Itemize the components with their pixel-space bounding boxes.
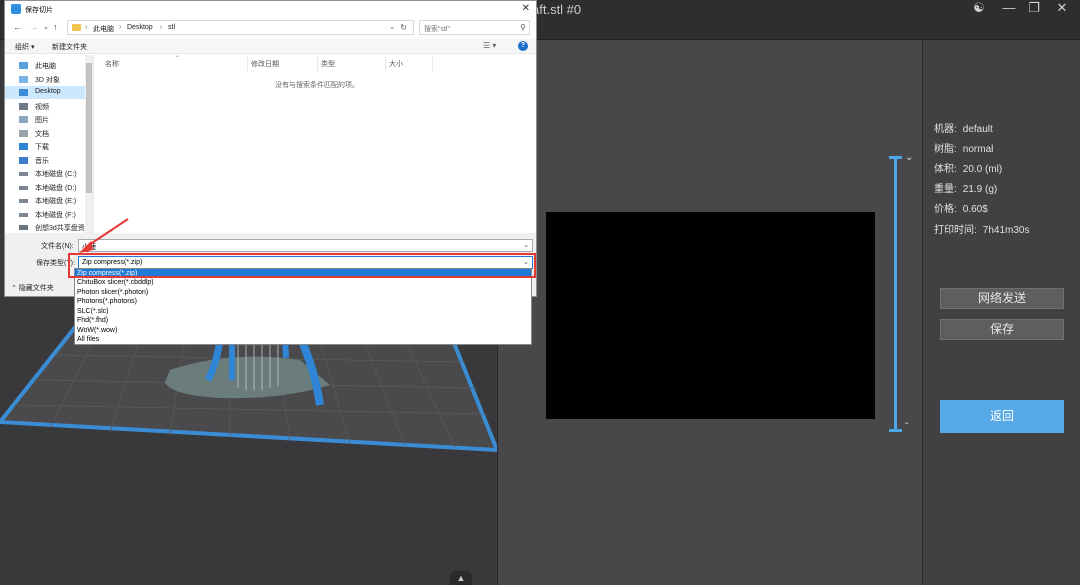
option-cbddlp[interactable]: ChituBox slicer(*.cbddlp) — [75, 278, 531, 287]
back-arrow-icon[interactable]: ← — [13, 22, 22, 32]
minimize-icon[interactable]: — — [995, 0, 1023, 16]
volume-row: 体积: 20.0 (ml) — [934, 164, 1003, 175]
navigation-pane: 此电脑 3D 对象 Desktop 视频 图片 文档 下载 音乐 本地磁盘 (C… — [5, 55, 94, 233]
nav-item-3d-objects[interactable]: 3D 对象 — [5, 73, 85, 86]
option-photons[interactable]: Photons(*.photons) — [75, 297, 531, 306]
chevron-down-icon[interactable]: ⌄ — [389, 23, 395, 31]
close-icon[interactable]: ✕ — [522, 3, 530, 14]
layer-slider[interactable]: ⌄ ˆ — [889, 152, 914, 433]
nav-item-drive-e[interactable]: 本地磁盘 (E:) — [5, 194, 85, 207]
option-fhd[interactable]: Fhd(*.fhd) — [75, 316, 531, 325]
window-title: aft.stl #0 — [532, 2, 582, 17]
option-photon[interactable]: Photon slicer(*.photon) — [75, 288, 531, 297]
dialog-titlebar: 保存切片 ✕ — [5, 1, 536, 18]
breadcrumb-desktop[interactable]: Desktop — [127, 24, 153, 31]
nav-scrollbar[interactable] — [85, 55, 93, 233]
empty-message: 没有与搜索条件匹配的项。 — [275, 82, 359, 89]
chevron-down-icon[interactable]: ⌄ — [905, 152, 913, 163]
nav-item-music[interactable]: 音乐 — [5, 154, 85, 167]
slice-preview-area: ⌄ ˆ — [497, 40, 922, 585]
slider-bottom-handle[interactable] — [889, 429, 902, 432]
nav-item-drive-d[interactable]: 本地磁盘 (D:) — [5, 181, 85, 194]
cube-icon — [19, 76, 28, 83]
slider-track[interactable] — [894, 158, 897, 430]
chevron-down-icon[interactable]: ⌄ — [43, 23, 49, 31]
drive-icon — [19, 213, 28, 217]
drive-icon — [19, 172, 28, 176]
search-icon[interactable]: ⚲ — [520, 23, 526, 32]
address-row: ← → ⌄ ↑ › 此电脑 › Desktop › stl ⌄ ↻ 搜索"stl… — [5, 18, 536, 38]
close-icon[interactable]: ✕ — [1048, 0, 1076, 16]
folder-icon — [72, 24, 81, 31]
up-arrow-icon[interactable]: ↑ — [53, 22, 58, 32]
drive-icon — [19, 199, 28, 203]
weight-row: 重量: 21.9 (g) — [934, 184, 998, 195]
price-row: 价格: 0.60$ — [934, 204, 988, 215]
filename-label: 文件名(N): — [41, 243, 74, 250]
filetype-dropdown: Zip compress(*.zip) ChituBox slicer(*.cb… — [74, 268, 532, 345]
organize-menu[interactable]: 组织 ▾ — [15, 42, 34, 52]
filename-value: 小鹿 — [82, 244, 96, 251]
desktop-icon — [19, 89, 28, 96]
filename-field[interactable]: 小鹿 ⌄ — [78, 239, 533, 252]
user-icon[interactable]: ☯ — [965, 0, 993, 16]
network-send-button[interactable]: 网络发送 — [940, 288, 1064, 309]
option-all-files[interactable]: All files — [75, 335, 531, 344]
column-size[interactable]: 大小 — [389, 59, 403, 69]
nav-item-drive-f[interactable]: 本地磁盘 (F:) — [5, 208, 85, 221]
address-bar[interactable]: › 此电脑 › Desktop › stl ⌄ ↻ — [67, 20, 414, 35]
dialog-title: 保存切片 — [25, 7, 53, 14]
column-modified-date[interactable]: 修改日期 — [251, 59, 279, 69]
new-folder-button[interactable]: 新建文件夹 — [52, 42, 87, 52]
music-icon — [19, 157, 28, 164]
view-options-icon[interactable]: ☰ ▾ — [483, 41, 496, 50]
slider-top-handle[interactable] — [889, 156, 902, 159]
sort-arrow-icon: ⌃ — [175, 56, 181, 62]
network-drive-icon — [19, 225, 28, 230]
refresh-icon[interactable]: ↻ — [400, 23, 407, 32]
nav-item-pictures[interactable]: 图片 — [5, 113, 85, 126]
scrollbar-thumb[interactable] — [86, 63, 92, 193]
app-icon — [11, 4, 21, 14]
video-icon — [19, 103, 28, 110]
nav-item-this-pc[interactable]: 此电脑 — [5, 59, 85, 72]
forward-arrow-icon[interactable]: → — [29, 22, 38, 32]
nav-item-desktop[interactable]: Desktop — [5, 86, 85, 99]
return-button[interactable]: 返回 — [940, 400, 1064, 433]
breadcrumb-this-pc[interactable]: 此电脑 — [93, 24, 114, 34]
file-list[interactable]: ⌃ 名称 修改日期 类型 大小 没有与搜索条件匹配的项。 — [95, 55, 536, 233]
slice-preview — [546, 212, 875, 419]
help-icon[interactable]: ? — [518, 41, 528, 51]
save-button[interactable]: 保存 — [940, 319, 1064, 340]
nav-item-videos[interactable]: 视频 — [5, 100, 85, 113]
download-icon — [19, 143, 28, 150]
nav-item-drive-c[interactable]: 本地磁盘 (C:) — [5, 167, 85, 180]
resin-row: 树脂: normal — [934, 144, 994, 155]
column-name[interactable]: 名称 — [105, 59, 119, 69]
annotation-highlight — [68, 253, 536, 278]
column-type[interactable]: 类型 — [321, 59, 335, 69]
document-icon — [19, 130, 28, 137]
chevron-up-icon[interactable]: ˆ — [905, 422, 908, 433]
search-input[interactable]: 搜索"stl" ⚲ — [419, 20, 530, 35]
breadcrumb-stl[interactable]: stl — [168, 24, 175, 31]
print-time-row: 打印时间: 7h41m30s — [934, 225, 1030, 236]
restore-icon[interactable]: ❐ — [1020, 0, 1048, 16]
info-panel: 机器: default 树脂: normal 体积: 20.0 (ml) 重量: 21.… — [922, 40, 1080, 585]
picture-icon — [19, 116, 28, 123]
dialog-toolbar: 组织 ▾ 新建文件夹 ☰ ▾ ? — [5, 39, 536, 54]
hide-folders-toggle[interactable]: ⌃ 隐藏文件夹 — [11, 283, 54, 293]
option-wow[interactable]: WoW(*.wow) — [75, 326, 531, 335]
chevron-down-icon[interactable]: ⌄ — [523, 241, 529, 249]
search-placeholder: 搜索"stl" — [424, 26, 450, 33]
nav-item-documents[interactable]: 文档 — [5, 127, 85, 140]
nav-item-downloads[interactable]: 下载 — [5, 140, 85, 153]
collapse-handle[interactable]: ▲ — [450, 571, 472, 585]
option-slc[interactable]: SLC(*.slc) — [75, 307, 531, 316]
computer-icon — [19, 62, 28, 69]
drive-icon — [19, 186, 28, 190]
machine-row: 机器: default — [934, 124, 993, 135]
